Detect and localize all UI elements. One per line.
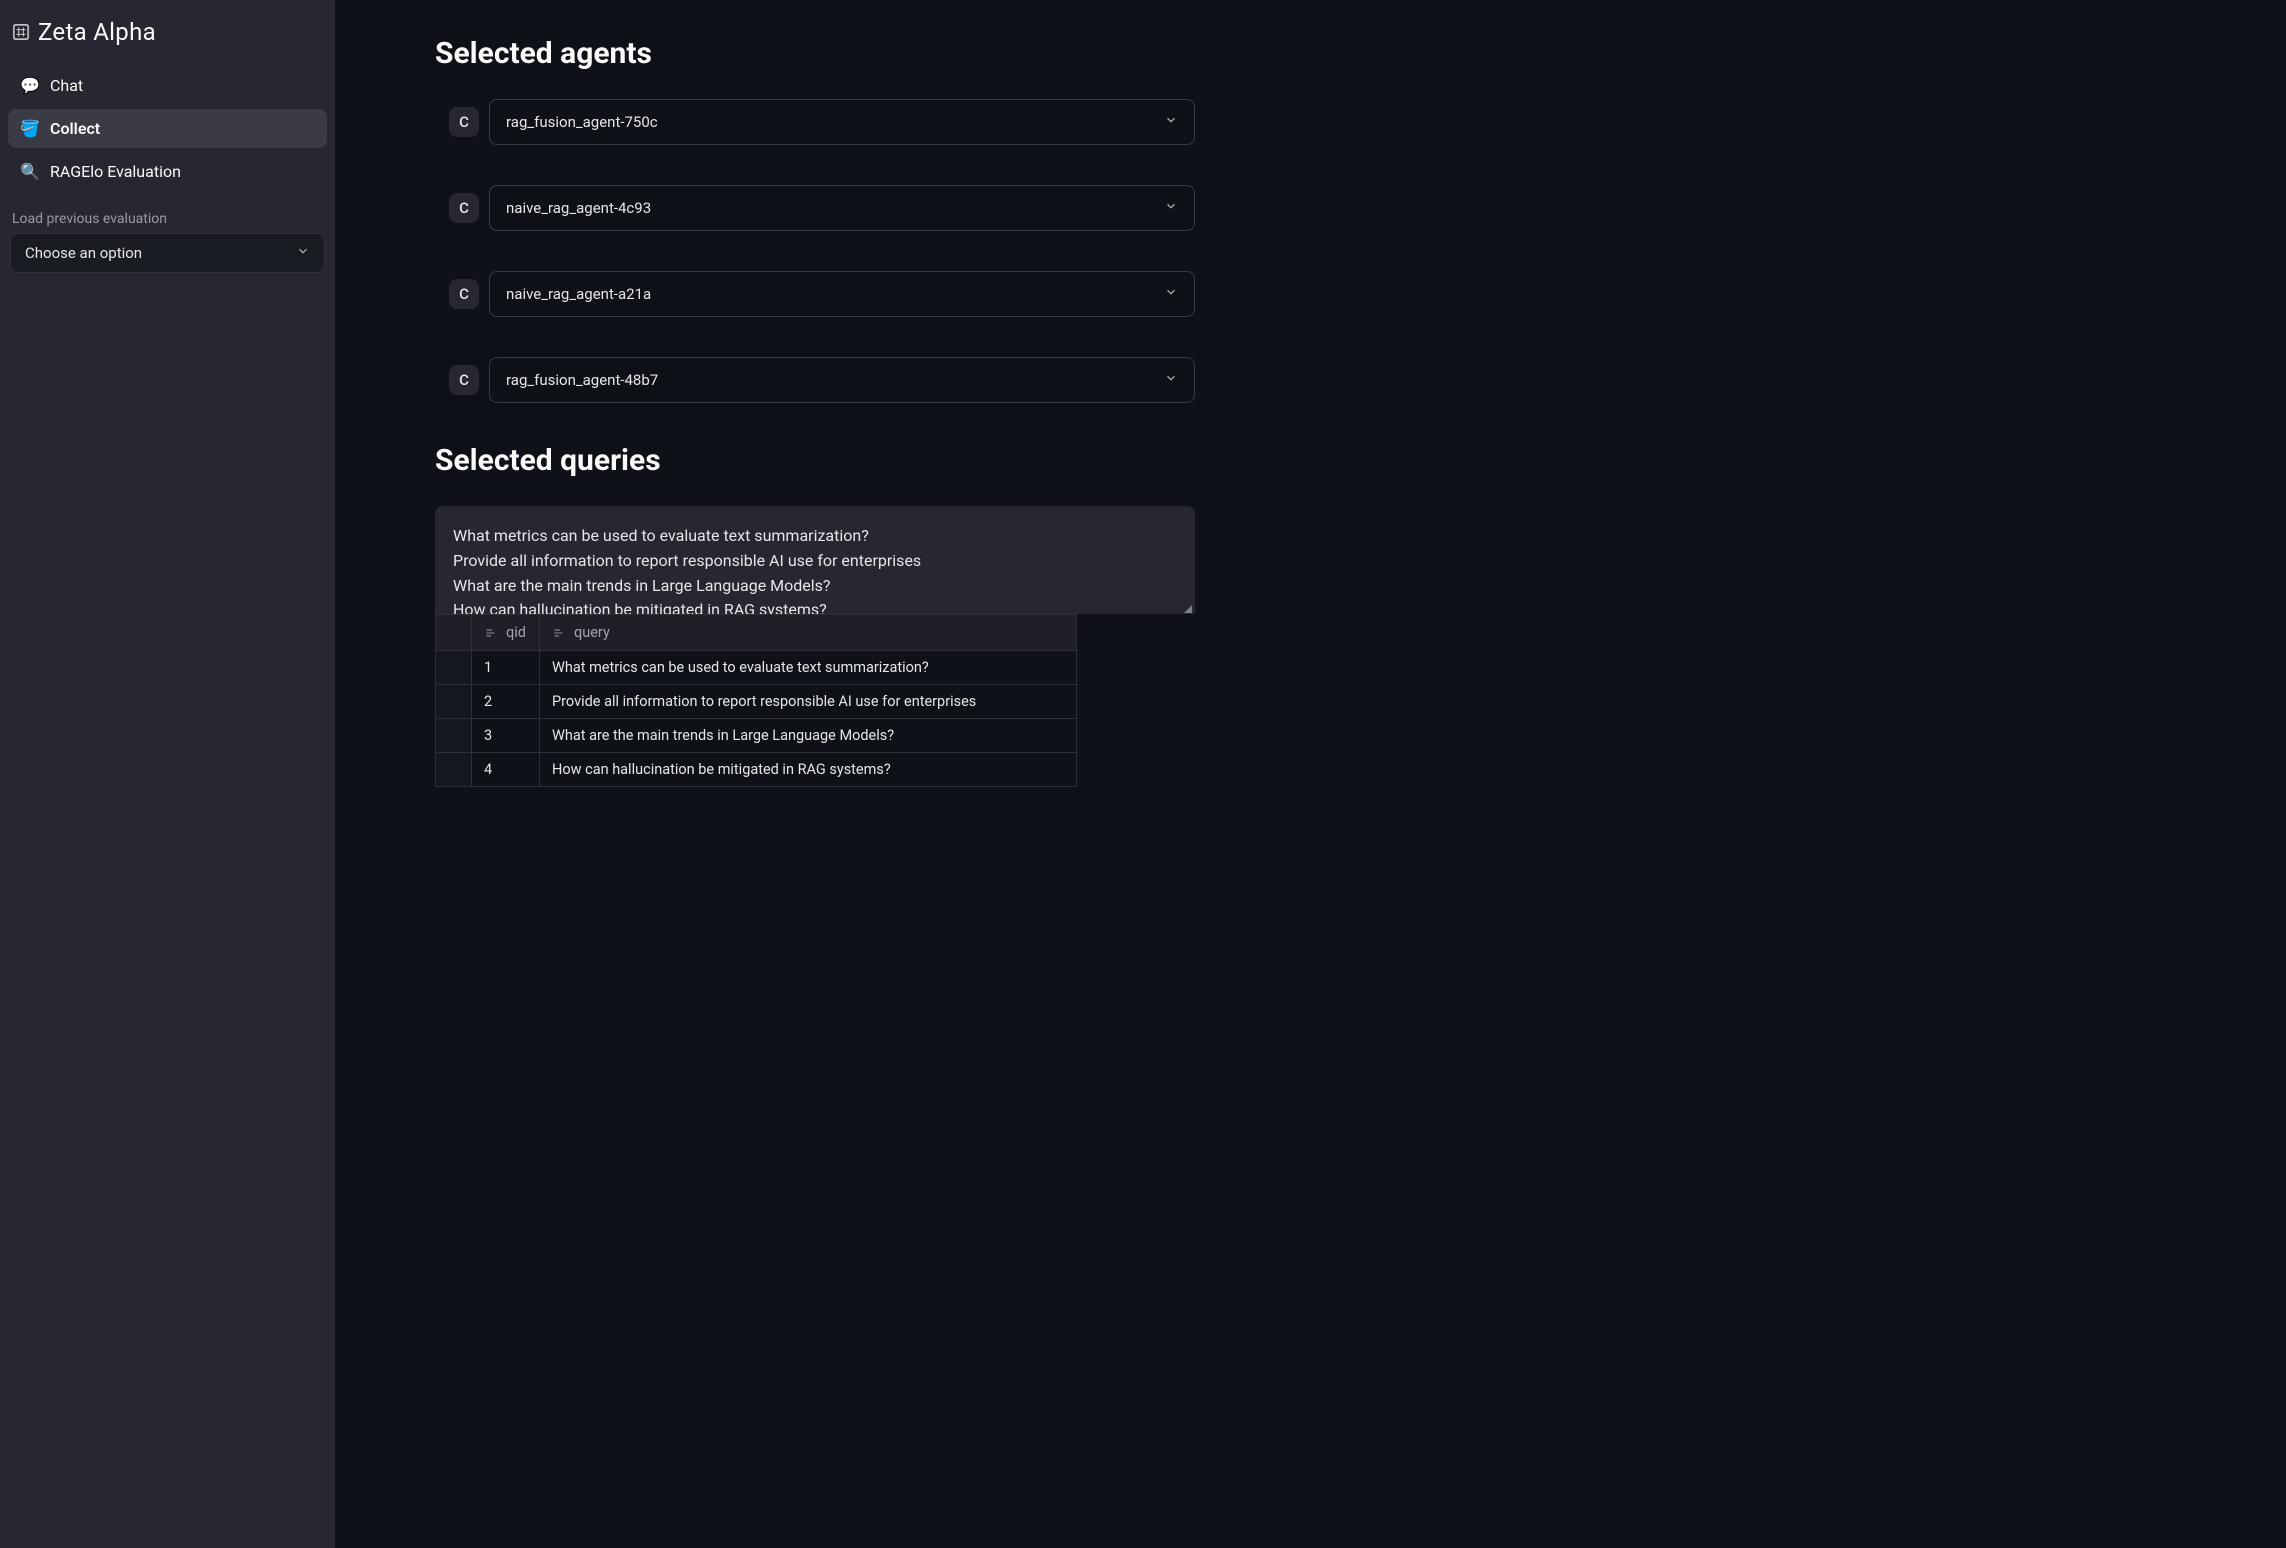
agent-row: C rag_fusion_agent-48b7 — [449, 357, 1195, 403]
query-line: How can hallucination be mitigated in RA… — [453, 598, 1177, 614]
sort-icon — [484, 626, 498, 640]
agent-badge: C — [449, 193, 479, 223]
nav-item-label: RAGElo Evaluation — [50, 162, 181, 181]
agent-name: naive_rag_agent-a21a — [506, 285, 651, 303]
agent-name: naive_rag_agent-4c93 — [506, 199, 651, 217]
chevron-down-icon — [296, 244, 310, 262]
agent-badge: C — [449, 279, 479, 309]
resize-handle-icon[interactable] — [1184, 605, 1192, 613]
load-previous-label: Load previous evaluation — [8, 193, 327, 233]
row-index — [436, 685, 472, 719]
cell-query: Provide all information to report respon… — [540, 685, 1077, 719]
column-label: query — [574, 624, 610, 641]
queries-table[interactable]: qid query — [435, 614, 1077, 787]
main-content: Selected agents C rag_fusion_agent-750c … — [335, 0, 2286, 1548]
magnifier-icon: 🔍 — [20, 162, 40, 181]
cell-query: What metrics can be used to evaluate tex… — [540, 651, 1077, 685]
cell-qid: 1 — [472, 651, 540, 685]
index-column-header — [436, 615, 472, 651]
cell-qid: 3 — [472, 719, 540, 753]
agent-name: rag_fusion_agent-48b7 — [506, 371, 658, 389]
nav-item-label: Collect — [50, 119, 100, 138]
qid-column-header[interactable]: qid — [472, 615, 540, 651]
agent-expander[interactable]: rag_fusion_agent-750c — [489, 99, 1195, 145]
brand-name: Zeta Alpha — [38, 18, 156, 46]
table-row[interactable]: 3 What are the main trends in Large Lang… — [436, 719, 1077, 753]
chevron-down-icon — [1164, 113, 1178, 131]
table-row[interactable]: 4 How can hallucination be mitigated in … — [436, 753, 1077, 787]
table-row[interactable]: 2 Provide all information to report resp… — [436, 685, 1077, 719]
nav-item-chat[interactable]: 💬 Chat — [8, 66, 327, 105]
cell-query: How can hallucination be mitigated in RA… — [540, 753, 1077, 787]
cell-query: What are the main trends in Large Langua… — [540, 719, 1077, 753]
brand: Zeta Alpha — [8, 12, 327, 64]
cell-qid: 2 — [472, 685, 540, 719]
sidebar: Zeta Alpha 💬 Chat 🪣 Collect 🔍 RAGElo Eva… — [0, 0, 335, 1548]
nav-item-ragelo-evaluation[interactable]: 🔍 RAGElo Evaluation — [8, 152, 327, 191]
chevron-down-icon — [1164, 285, 1178, 303]
row-index — [436, 753, 472, 787]
brand-logo-icon — [12, 23, 30, 41]
select-placeholder: Choose an option — [25, 244, 142, 262]
queries-textarea[interactable]: What metrics can be used to evaluate tex… — [435, 506, 1195, 614]
cell-qid: 4 — [472, 753, 540, 787]
row-index — [436, 719, 472, 753]
query-line: What metrics can be used to evaluate tex… — [453, 524, 1177, 549]
query-line: What are the main trends in Large Langua… — [453, 574, 1177, 599]
agent-row: C naive_rag_agent-4c93 — [449, 185, 1195, 231]
chevron-down-icon — [1164, 199, 1178, 217]
nav-item-collect[interactable]: 🪣 Collect — [8, 109, 327, 148]
query-line: Provide all information to report respon… — [453, 549, 1177, 574]
row-index — [436, 651, 472, 685]
chevron-down-icon — [1164, 371, 1178, 389]
bucket-icon: 🪣 — [20, 119, 40, 138]
column-label: qid — [506, 624, 526, 641]
agent-row: C naive_rag_agent-a21a — [449, 271, 1195, 317]
sort-icon — [552, 626, 566, 640]
selected-agents-heading: Selected agents — [435, 36, 1195, 71]
nav-item-label: Chat — [50, 76, 83, 95]
load-previous-select[interactable]: Choose an option — [10, 233, 325, 273]
agent-expander[interactable]: naive_rag_agent-a21a — [489, 271, 1195, 317]
selected-queries-heading: Selected queries — [435, 443, 1195, 478]
agent-badge: C — [449, 365, 479, 395]
table-row[interactable]: 1 What metrics can be used to evaluate t… — [436, 651, 1077, 685]
query-column-header[interactable]: query — [540, 615, 1077, 651]
agent-name: rag_fusion_agent-750c — [506, 113, 658, 131]
agent-badge: C — [449, 107, 479, 137]
agent-expander[interactable]: naive_rag_agent-4c93 — [489, 185, 1195, 231]
agent-expander[interactable]: rag_fusion_agent-48b7 — [489, 357, 1195, 403]
agent-row: C rag_fusion_agent-750c — [449, 99, 1195, 145]
chat-icon: 💬 — [20, 76, 40, 95]
